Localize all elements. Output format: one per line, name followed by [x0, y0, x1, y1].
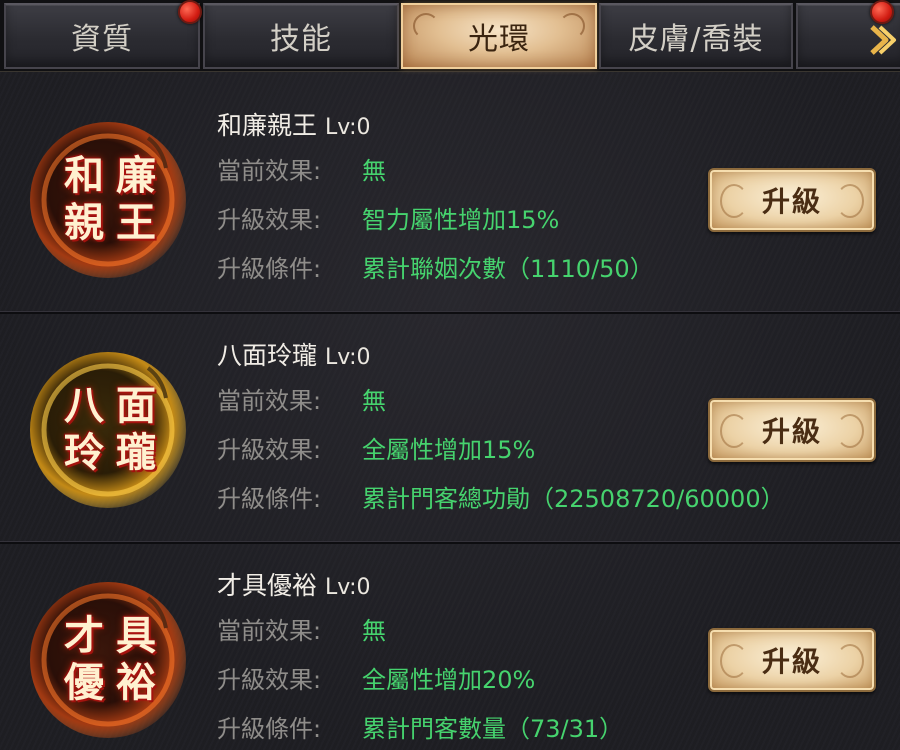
aura-title: 才具優裕 Lv:0: [217, 566, 371, 602]
upgrade-button-label: 升級: [761, 645, 822, 678]
current-effect-label: 當前效果:: [217, 387, 322, 415]
upgrade-button-label: 升級: [761, 415, 822, 448]
upgrade-effect-value: 智力屬性增加15%: [362, 206, 560, 234]
tab-label: 技能: [270, 22, 332, 57]
chevron-right-icon[interactable]: [868, 23, 898, 57]
emblem-glyph: 裕: [116, 658, 156, 706]
notification-badge: [178, 0, 202, 24]
upgrade-effect-value: 全屬性增加15%: [362, 436, 536, 464]
upgrade-condition-label: 升級條件:: [217, 485, 322, 513]
current-effect-label: 當前效果:: [217, 617, 322, 645]
emblem-text: 八 面 玲 瓏: [28, 350, 188, 510]
aura-level: Lv:0: [325, 575, 371, 600]
upgrade-button[interactable]: 升級: [708, 168, 876, 232]
aura-row: 和 廉 親 王 和廉親王 Lv:0 當前效果: 無 升級效果: 智力屬性增加15%…: [0, 86, 900, 314]
tab-aura[interactable]: 光環: [401, 3, 597, 69]
emblem-glyph: 親: [64, 198, 104, 246]
current-effect-value: 無: [362, 157, 386, 185]
aura-name: 和廉親王: [217, 111, 318, 140]
upgrade-button-label: 升級: [761, 185, 822, 218]
upgrade-condition-value: 累計門客數量（73/31）: [362, 715, 624, 743]
emblem-glyph: 和: [64, 151, 104, 199]
aura-name: 才具優裕: [217, 571, 318, 600]
aura-level: Lv:0: [325, 115, 371, 140]
upgrade-condition-label: 升級條件:: [217, 255, 322, 283]
upgrade-condition-value: 累計門客總功勛（22508720/60000）: [362, 485, 785, 513]
emblem-glyph: 瓏: [116, 428, 156, 476]
emblem-glyph: 八: [64, 381, 104, 429]
aura-title: 八面玲瓏 Lv:0: [217, 336, 371, 372]
emblem-glyph: 具: [116, 611, 156, 659]
upgrade-effect-label: 升級效果:: [217, 666, 322, 694]
upgrade-effect-label: 升級效果:: [217, 206, 322, 234]
emblem-glyph: 玲: [64, 428, 104, 476]
aura-emblem: 八 面 玲 瓏: [28, 350, 188, 510]
aura-title: 和廉親王 Lv:0: [217, 106, 371, 142]
current-effect-label: 當前效果:: [217, 157, 322, 185]
emblem-glyph: 面: [116, 381, 156, 429]
emblem-glyph: 王: [116, 198, 156, 246]
tab-aptitude[interactable]: 資質: [4, 3, 200, 69]
upgrade-effect-label: 升級效果:: [217, 436, 322, 464]
upgrade-effect-value: 全屬性增加20%: [362, 666, 536, 694]
current-effect-value: 無: [362, 617, 386, 645]
aura-row: 才 具 優 裕 才具優裕 Lv:0 當前效果: 無 升級效果: 全屬性增加20% …: [0, 546, 900, 750]
aura-row: 八 面 玲 瓏 八面玲瓏 Lv:0 當前效果: 無 升級效果: 全屬性增加15% …: [0, 316, 900, 544]
emblem-glyph: 廉: [116, 151, 156, 199]
emblem-text: 和 廉 親 王: [28, 120, 188, 280]
current-effect-value: 無: [362, 387, 386, 415]
tab-bar: 資質 技能 光環 皮膚/喬裝: [0, 0, 900, 72]
aura-screen: 資質 技能 光環 皮膚/喬裝 和 廉 親 王 和廉親王 Lv:0 當前效果: 無…: [0, 0, 900, 750]
tab-label: 資質: [71, 22, 133, 57]
upgrade-condition-value: 累計聯姻次數（1110/50）: [362, 255, 654, 283]
emblem-glyph: 才: [64, 611, 104, 659]
aura-name: 八面玲瓏: [217, 341, 318, 370]
aura-level: Lv:0: [325, 345, 371, 370]
aura-emblem: 和 廉 親 王: [28, 120, 188, 280]
emblem-text: 才 具 優 裕: [28, 580, 188, 740]
aura-emblem: 才 具 優 裕: [28, 580, 188, 740]
tab-label: 光環: [468, 22, 530, 57]
upgrade-button[interactable]: 升級: [708, 628, 876, 692]
upgrade-button[interactable]: 升級: [708, 398, 876, 462]
tab-skills[interactable]: 技能: [203, 3, 399, 69]
upgrade-condition-label: 升級條件:: [217, 715, 322, 743]
tab-label: 皮膚/喬裝: [628, 22, 764, 57]
tab-skin-disguise[interactable]: 皮膚/喬裝: [599, 3, 793, 69]
notification-badge: [870, 0, 894, 24]
emblem-glyph: 優: [64, 658, 104, 706]
